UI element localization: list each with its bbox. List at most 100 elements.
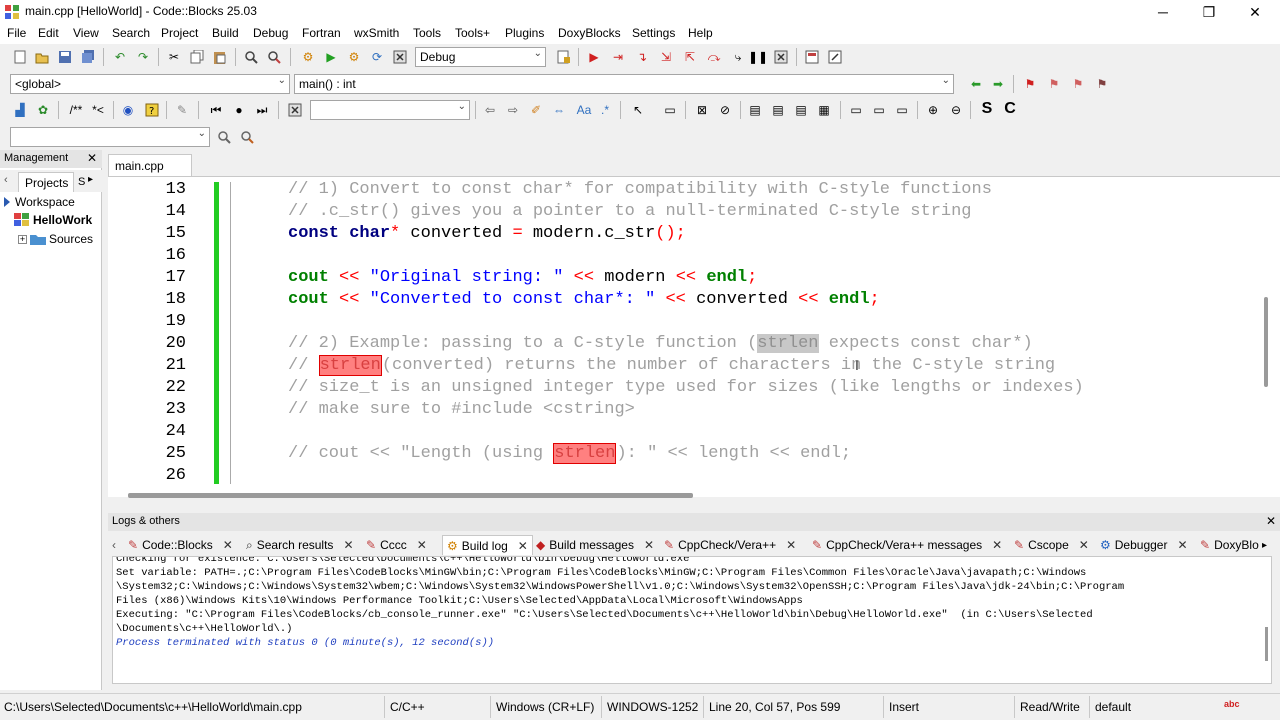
cursor-icon[interactable]: ↖ <box>630 102 646 118</box>
block-icon-2[interactable]: ▤ <box>770 102 786 118</box>
debug-windows-icon[interactable] <box>804 49 820 65</box>
show-select-target-icon[interactable] <box>556 49 572 65</box>
function-select[interactable]: main() : int ⌄ <box>294 74 954 94</box>
log-tab-build-log[interactable]: ⚙ Build log ✕ <box>442 535 533 555</box>
find-icon[interactable] <box>243 49 259 65</box>
log-tab-cppcheck[interactable]: ✎ CppCheck/Vera++ ✕ <box>664 535 796 555</box>
close-tab-icon[interactable]: ✕ <box>343 538 353 552</box>
minimize-button[interactable]: ─ <box>1140 0 1186 24</box>
menu-help[interactable]: Help <box>688 26 713 40</box>
record-icon[interactable]: ● <box>231 102 247 118</box>
close-window-button[interactable]: ✕ <box>1232 0 1278 24</box>
block-icon-1[interactable]: ▤ <box>747 102 763 118</box>
line-comment-icon[interactable]: *< <box>90 102 106 118</box>
log-tab-cccc[interactable]: ✎ Cccc ✕ <box>366 535 427 555</box>
replace-icon[interactable] <box>266 49 282 65</box>
block-comment-icon[interactable]: /** <box>64 102 88 118</box>
undo-icon[interactable]: ↶ <box>112 49 128 65</box>
debug-start-icon[interactable]: ▶ <box>586 49 602 65</box>
rebuild-icon[interactable]: ⟳ <box>369 49 385 65</box>
step-into-instruction-icon[interactable]: ⤷ <box>730 49 746 65</box>
menu-settings[interactable]: Settings <box>632 26 675 40</box>
log-scrollbar[interactable] <box>1265 627 1268 661</box>
menu-doxyblocks[interactable]: DoxyBlocks <box>558 26 621 40</box>
search-options-icon[interactable] <box>239 129 255 145</box>
clear-icon[interactable] <box>287 102 303 118</box>
code-editor[interactable]: 13 14 15 16 17 18 19 20 21 22 23 24 25 2… <box>108 176 1280 498</box>
log-tab-cppcheck-messages[interactable]: ✎ CppCheck/Vera++ messages ✕ <box>812 535 1002 555</box>
close-tab-icon[interactable]: ✕ <box>518 539 528 553</box>
menu-plugins[interactable]: Plugins <box>505 26 544 40</box>
next-instruction-icon[interactable]: ⤼ <box>706 49 722 65</box>
save-all-icon[interactable] <box>80 49 96 65</box>
log-tabs-scroll-right-icon[interactable]: ▸ <box>1262 535 1267 555</box>
help-icon[interactable]: ? <box>144 102 160 118</box>
step-out-icon[interactable]: ⇱ <box>682 49 698 65</box>
menu-project[interactable]: Project <box>161 26 198 40</box>
search-combo[interactable]: ⌄ <box>310 100 470 120</box>
plugin-icon[interactable]: ✿ <box>35 102 51 118</box>
abort-icon[interactable] <box>392 49 408 65</box>
loop-icon[interactable]: ⊘ <box>717 102 733 118</box>
shape-icon-1[interactable]: ▭ <box>848 102 864 118</box>
block-icon-3[interactable]: ▤ <box>793 102 809 118</box>
menu-build[interactable]: Build <box>212 26 239 40</box>
menu-file[interactable]: File <box>7 26 26 40</box>
tree-project[interactable]: HelloWork <box>14 213 92 227</box>
tab-scroll-left-icon[interactable]: ‹ <box>4 174 8 186</box>
build-gear-icon[interactable]: ⚙ <box>300 49 316 65</box>
step-into-icon[interactable]: ⇲ <box>658 49 674 65</box>
prev-bookmark-icon[interactable]: ⚑ <box>1046 76 1062 92</box>
search-icon[interactable] <box>216 129 232 145</box>
log-tab-debugger[interactable]: ⚙ Debugger ✕ <box>1100 535 1188 555</box>
maximize-button[interactable]: ❐ <box>1186 0 1232 24</box>
stop-debug-icon[interactable] <box>773 49 789 65</box>
menu-wxsmith[interactable]: wxSmith <box>354 26 399 40</box>
next-icon[interactable]: ⏭ <box>254 102 270 118</box>
wrench-icon[interactable]: ✎ <box>174 102 190 118</box>
close-tab-icon[interactable]: ✕ <box>223 538 233 552</box>
build-target-select[interactable]: Debug ⌄ <box>415 47 546 67</box>
zoom-out-icon[interactable]: ⊖ <box>948 102 964 118</box>
spellcheck-icon[interactable]: abc <box>1224 699 1240 709</box>
log-tab-search-results[interactable]: ⌕ Search results ✕ <box>246 535 354 555</box>
pause-icon[interactable]: ❚❚ <box>748 49 768 65</box>
close-tab-icon[interactable]: ✕ <box>1079 538 1089 552</box>
globe-icon[interactable]: ◉ <box>120 102 136 118</box>
decision-icon[interactable]: ⊠ <box>694 102 710 118</box>
close-logs-icon[interactable]: ✕ <box>1266 514 1276 528</box>
build-log-output[interactable]: Checking for existence: C:\Users\Selecte… <box>112 556 1272 684</box>
close-tab-icon[interactable]: ✕ <box>644 538 654 552</box>
zoom-in-icon[interactable]: ⊕ <box>925 102 941 118</box>
log-tab-codeblocks[interactable]: ✎ Code::Blocks ✕ <box>128 535 233 555</box>
vertical-scrollbar[interactable] <box>1264 297 1268 387</box>
prev-icon[interactable]: ⏮ <box>208 102 224 118</box>
editor-tab-main-cpp[interactable]: main.cpp ✕ <box>108 154 192 187</box>
tab-scroll-right-icon[interactable]: ▸ <box>88 174 93 185</box>
log-tab-doxyblocks[interactable]: ✎ DoxyBlo <box>1200 535 1259 555</box>
scope-select[interactable]: <global> ⌄ <box>10 74 290 94</box>
menu-debug[interactable]: Debug <box>253 26 288 40</box>
run-icon[interactable]: ▶ <box>323 49 339 65</box>
toggle-bookmark-icon[interactable]: ⚑ <box>1022 76 1038 92</box>
tab-projects[interactable]: Projects <box>18 172 74 192</box>
open-file-icon[interactable] <box>34 49 50 65</box>
debug-info-icon[interactable] <box>827 49 843 65</box>
rect-icon[interactable]: ▭ <box>662 102 678 118</box>
redo-icon[interactable]: ↷ <box>135 49 151 65</box>
menu-tools[interactable]: Tools <box>413 26 441 40</box>
expand-icon[interactable]: + <box>18 234 27 244</box>
find-combo[interactable]: ⌄ <box>10 127 210 147</box>
jump-forward-icon[interactable]: ➡ <box>990 76 1006 92</box>
copy-icon[interactable] <box>189 49 205 65</box>
log-tab-build-messages[interactable]: ◆ Build messages ✕ <box>536 535 654 555</box>
save-icon[interactable] <box>57 49 73 65</box>
new-file-icon[interactable] <box>12 49 28 65</box>
c-icon[interactable]: C <box>1002 100 1018 117</box>
menu-tools-plus[interactable]: Tools+ <box>455 26 490 40</box>
arrow-left-icon[interactable]: ⇦ <box>482 102 498 118</box>
arrow-right-icon[interactable]: ⇨ <box>505 102 521 118</box>
highlight-icon[interactable]: ✐ <box>528 102 544 118</box>
close-tab-icon[interactable]: ✕ <box>786 538 796 552</box>
shape-icon-2[interactable]: ▭ <box>871 102 887 118</box>
